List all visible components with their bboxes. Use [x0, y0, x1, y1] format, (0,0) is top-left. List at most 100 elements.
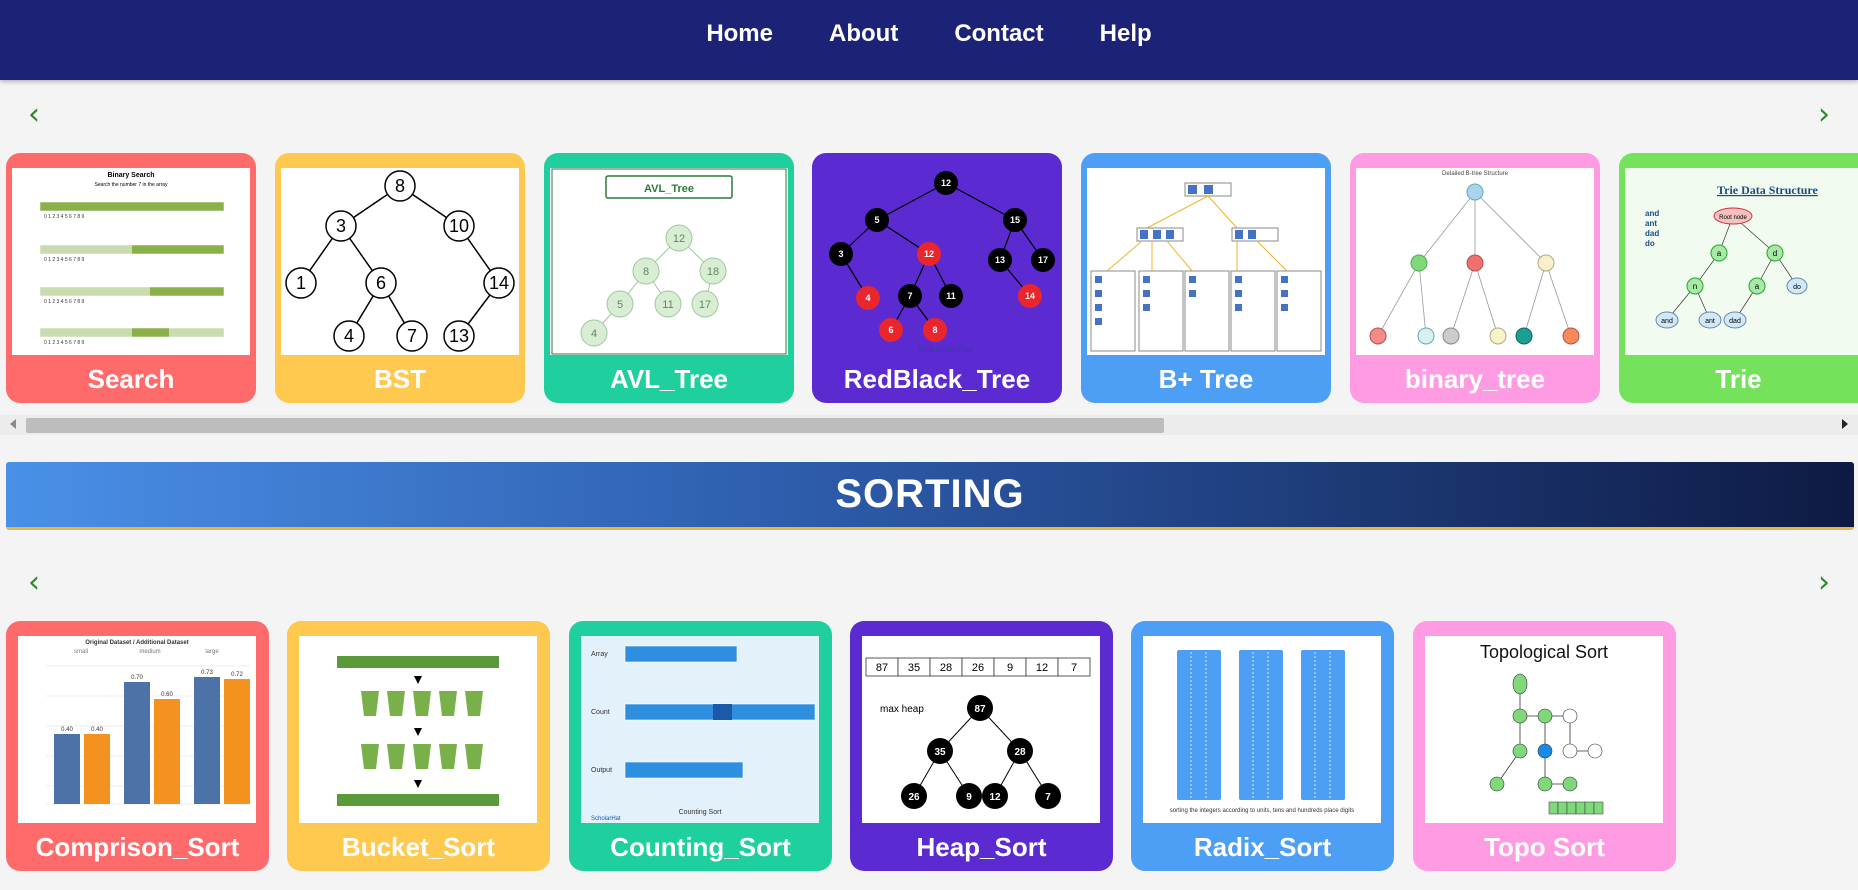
- card-topo-sort[interactable]: Topological Sort Topo Sort: [1413, 621, 1676, 871]
- card-bplus-tree[interactable]: B+ Tree: [1081, 153, 1331, 403]
- scroll-left-arrow-icon[interactable]: [10, 419, 16, 429]
- nav-home-link[interactable]: Home: [706, 20, 773, 48]
- svg-text:0.73: 0.73: [201, 670, 213, 676]
- card-avl-tree[interactable]: AVL_Tree 12 8 18 5 11 17 4 AVL_Tree: [544, 153, 794, 403]
- svg-text:Original Dataset / Additional: Original Dataset / Additional Dataset: [85, 640, 188, 646]
- card-bucket-sort-label: Bucket_Sort: [341, 832, 496, 862]
- sorting-section-title: SORTING: [835, 472, 1025, 516]
- card-redblack-tree[interactable]: 12 5 15 3 12 13 17 4 7 11 14 6 8 Red Bla…: [812, 153, 1062, 403]
- svg-text:n: n: [1693, 282, 1697, 291]
- svg-text:Output: Output: [591, 767, 612, 774]
- svg-text:12: 12: [924, 249, 934, 259]
- svg-text:0.70: 0.70: [131, 675, 143, 681]
- card-topo-sort-label: Topo Sort: [1484, 832, 1605, 862]
- svg-text:35: 35: [934, 747, 946, 758]
- svg-text:max heap: max heap: [880, 704, 924, 715]
- bintree-thumbnail: Detailed B-tree Structure: [1356, 168, 1594, 355]
- svg-text:do: do: [1645, 239, 1655, 248]
- svg-text:8: 8: [932, 325, 937, 335]
- svg-text:12: 12: [1036, 662, 1048, 674]
- counting-sort-thumbnail: Array Count Output Counting Sort Scholar…: [581, 636, 819, 823]
- card-trie[interactable]: Trie Data Structure and ant dad do Root …: [1619, 153, 1858, 403]
- card-bst-label: BST: [374, 364, 426, 394]
- svg-text:dad: dad: [1729, 318, 1741, 325]
- trees-prev-arrow-icon[interactable]: ‹: [28, 100, 40, 130]
- svg-text:0 1 2 3 4 5 6 7 8 9: 0 1 2 3 4 5 6 7 8 9: [44, 299, 85, 305]
- svg-text:7: 7: [1071, 662, 1077, 674]
- svg-text:0.60: 0.60: [161, 692, 173, 698]
- svg-text:0 1 2 3 4 5 6 7 8 9: 0 1 2 3 4 5 6 7 8 9: [44, 214, 85, 220]
- svg-text:6: 6: [376, 273, 386, 293]
- svg-text:dad: dad: [1645, 229, 1659, 238]
- trees-horizontal-scrollbar[interactable]: [0, 415, 1858, 435]
- bucket-sort-thumbnail: [299, 636, 537, 823]
- svg-text:d: d: [1773, 249, 1777, 258]
- redblack-thumbnail: 12 5 15 3 12 13 17 4 7 11 14 6 8 Red Bla…: [818, 168, 1056, 355]
- svg-text:0.72: 0.72: [231, 672, 243, 678]
- card-heap-sort[interactable]: 87 35 28 26 9 12 7 max heap 87 35 28 26 9 12 7 Heap…: [850, 621, 1113, 871]
- svg-text:Topological Sort: Topological Sort: [1480, 642, 1608, 662]
- svg-text:ant: ant: [1705, 318, 1715, 325]
- svg-text:small: small: [74, 649, 88, 655]
- svg-text:0.40: 0.40: [91, 727, 103, 733]
- svg-text:4: 4: [344, 326, 354, 346]
- svg-text:Trie Data Structure: Trie Data Structure: [1717, 183, 1819, 197]
- svg-text:0 1 2 3 4 5 6 7 8 9: 0 1 2 3 4 5 6 7 8 9: [44, 257, 85, 263]
- svg-text:7: 7: [1045, 792, 1051, 803]
- svg-text:large: large: [205, 649, 219, 655]
- svg-text:13: 13: [995, 255, 1005, 265]
- svg-text:and: and: [1661, 318, 1673, 325]
- card-binary-tree-label: binary_tree: [1404, 364, 1546, 394]
- svg-text:26: 26: [972, 662, 984, 674]
- bst-thumbnail: 8 3 10 1 6 14 4 7 13: [281, 168, 519, 355]
- svg-text:28: 28: [1014, 747, 1026, 758]
- search-thumb-subtitle: Search the number 7 in the array: [94, 182, 168, 188]
- svg-text:1: 1: [296, 273, 306, 293]
- svg-text:AVL_Tree: AVL_Tree: [644, 183, 694, 195]
- card-search[interactable]: Binary Search Search the number 7 in the…: [6, 153, 256, 403]
- comparison-sort-thumbnail: Original Dataset / Additional Dataset sm…: [18, 636, 256, 823]
- svg-text:ant: ant: [1645, 219, 1657, 228]
- card-bst[interactable]: 8 3 10 1 6 14 4 7 13 BST: [275, 153, 525, 403]
- svg-text:10: 10: [449, 216, 469, 236]
- svg-text:12: 12: [941, 178, 951, 188]
- svg-text:Counting Sort: Counting Sort: [679, 809, 722, 816]
- card-bplus-tree-label: B+ Tree: [1158, 364, 1254, 394]
- sorting-next-arrow-icon[interactable]: ›: [1818, 568, 1830, 598]
- svg-text:0.40: 0.40: [61, 727, 73, 733]
- scroll-right-arrow-icon[interactable]: [1842, 419, 1848, 429]
- svg-text:Detailed B-tree Structure: Detailed B-tree Structure: [1442, 171, 1509, 177]
- sorting-prev-arrow-icon[interactable]: ‹: [28, 568, 40, 598]
- card-radix-sort[interactable]: sorting the integers according to units,…: [1131, 621, 1394, 871]
- svg-text:8: 8: [395, 176, 405, 196]
- nav-about-link[interactable]: About: [829, 20, 898, 48]
- svg-text:Array: Array: [591, 651, 608, 658]
- svg-text:11: 11: [946, 291, 956, 301]
- svg-text:do: do: [1793, 284, 1801, 291]
- search-thumb-title: Binary Search: [107, 172, 154, 179]
- nav-help-link[interactable]: Help: [1100, 20, 1152, 48]
- svg-text:14: 14: [1025, 291, 1035, 301]
- radix-sort-thumbnail: sorting the integers according to units,…: [1143, 636, 1381, 823]
- svg-text:4: 4: [865, 293, 870, 303]
- svg-text:7: 7: [407, 326, 417, 346]
- trees-next-arrow-icon[interactable]: ›: [1818, 100, 1830, 130]
- svg-text:28: 28: [940, 662, 952, 674]
- nav-contact-link[interactable]: Contact: [954, 20, 1043, 48]
- card-comparison-sort[interactable]: Original Dataset / Additional Dataset sm…: [6, 621, 269, 871]
- card-binary-tree[interactable]: Detailed B-tree Structure binary_tree: [1350, 153, 1600, 403]
- svg-text:and: and: [1645, 209, 1659, 218]
- svg-text:3: 3: [336, 216, 346, 236]
- card-counting-sort[interactable]: Array Count Output Counting Sort Scholar…: [569, 621, 832, 871]
- svg-text:15: 15: [1010, 215, 1020, 225]
- svg-text:0 1 2 3 4 5 6 7 8 9: 0 1 2 3 4 5 6 7 8 9: [44, 340, 85, 346]
- svg-text:14: 14: [489, 273, 509, 293]
- svg-text:3: 3: [838, 249, 843, 259]
- svg-text:12: 12: [989, 792, 1001, 803]
- card-search-label: Search: [87, 364, 175, 394]
- svg-text:medium: medium: [139, 649, 160, 655]
- svg-text:17: 17: [1038, 255, 1048, 265]
- scrollbar-thumb[interactable]: [26, 418, 1164, 433]
- card-bucket-sort[interactable]: Bucket_Sort: [287, 621, 550, 871]
- svg-text:11: 11: [662, 299, 673, 311]
